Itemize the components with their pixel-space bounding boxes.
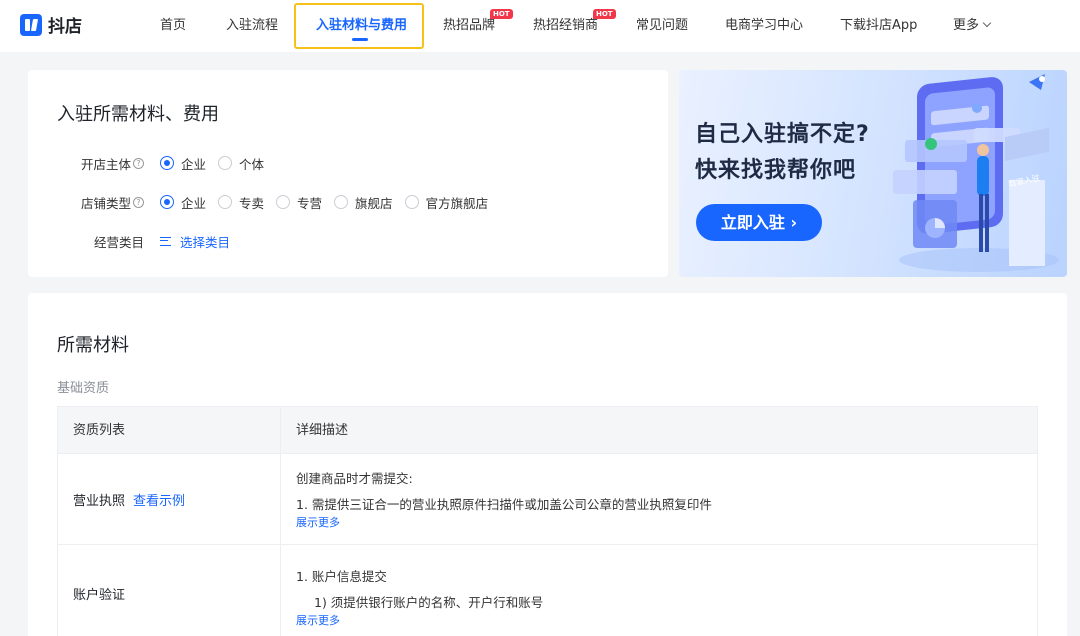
entity-option-individual[interactable]: 个体 bbox=[218, 154, 264, 173]
radio-icon bbox=[218, 195, 233, 209]
nav-item-materials-and-fees[interactable]: 入驻材料与费用 bbox=[316, 0, 407, 52]
category-label: 经营类目 bbox=[28, 232, 148, 251]
nav-item-faq[interactable]: 常见问题 bbox=[636, 0, 688, 52]
table-header: 资质列表 详细描述 bbox=[58, 407, 1037, 454]
description-cell: 创建商品时才需提交: 1. 需提供三证合一的营业执照原件扫描件或加盖公司公章的营… bbox=[281, 454, 1037, 544]
nav-item-more[interactable]: 更多 bbox=[953, 0, 992, 52]
nav-item-hot-distributors[interactable]: 热招经销商 bbox=[533, 0, 598, 52]
store-type-label: 店铺类型 ? bbox=[28, 193, 148, 212]
description-line: 1) 须提供银行账户的名称、开户行和账号 bbox=[314, 595, 544, 610]
qualification-name: 营业执照 bbox=[73, 493, 126, 509]
category-label-text: 经营类目 bbox=[93, 234, 144, 250]
radio-label: 企业 bbox=[181, 156, 207, 172]
description-line: 1. 需提供三证合一的营业执照原件扫描件或加盖公司公章的营业执照复印件 bbox=[296, 497, 712, 512]
radio-label: 专营 bbox=[297, 195, 323, 211]
radio-label: 旗舰店 bbox=[355, 195, 393, 211]
top-nav-bar: 抖店 首页 入驻流程 入驻材料与费用 热招品牌 HOT 热招经销商 HOT 常见… bbox=[0, 0, 1080, 52]
store-type-label-text: 店铺类型 bbox=[80, 195, 131, 211]
nav-item-onboarding-process[interactable]: 入驻流程 bbox=[226, 0, 278, 52]
store-type-row: 店铺类型 ? 企业 专卖 专营 旗舰店 官方旗舰店 bbox=[28, 192, 668, 212]
store-type-option-official-flagship[interactable]: 官方旗舰店 bbox=[404, 193, 489, 212]
entity-label: 开店主体 ? bbox=[28, 154, 148, 173]
nav-more-label: 更多 bbox=[953, 18, 980, 33]
register-now-button[interactable]: 立即入驻 › bbox=[696, 204, 822, 241]
hot-badge: HOT bbox=[593, 9, 616, 19]
requirements-title: 入驻所需材料、费用 bbox=[57, 104, 219, 125]
column-header-description: 详细描述 bbox=[296, 423, 349, 438]
entity-row: 开店主体 ? 企业 个体 bbox=[28, 153, 668, 173]
entity-option-enterprise[interactable]: 企业 bbox=[160, 154, 206, 173]
entity-label-text: 开店主体 bbox=[80, 156, 131, 172]
requirements-card: 入驻所需材料、费用 开店主体 ? 企业 个体 店铺类型 ? 企业 专卖 专营 旗… bbox=[28, 70, 668, 277]
show-more-link[interactable]: 展示更多 bbox=[296, 612, 340, 628]
radio-icon bbox=[218, 156, 233, 170]
store-type-option-exclusive[interactable]: 专卖 bbox=[218, 193, 264, 212]
nav-item-hot-brands[interactable]: 热招品牌 bbox=[443, 0, 495, 52]
view-example-link[interactable]: 查看示例 bbox=[133, 490, 185, 509]
show-more-link[interactable]: 展示更多 bbox=[296, 514, 340, 530]
nav-item-download-app[interactable]: 下载抖店App bbox=[840, 0, 917, 52]
help-icon[interactable]: ? bbox=[133, 157, 144, 169]
select-category-label: 选择类目 bbox=[180, 234, 231, 250]
banner-illustration: 商家入驻 bbox=[893, 74, 1059, 272]
category-row: 经营类目 选择类目 bbox=[28, 231, 668, 251]
radio-icon bbox=[276, 195, 291, 209]
list-icon bbox=[160, 236, 171, 246]
radio-icon bbox=[334, 195, 349, 209]
store-type-option-flagship[interactable]: 旗舰店 bbox=[334, 193, 393, 212]
materials-table: 资质列表 详细描述 营业执照 查看示例 创建商品时才需提交: 1. 需提供三证合… bbox=[57, 406, 1038, 636]
radio-selected-icon bbox=[160, 156, 174, 170]
onboarding-promo-banner[interactable]: 自己入驻搞不定? 快来找我帮你吧 立即入驻 › 商家入驻 bbox=[679, 70, 1067, 277]
store-type-option-specialty[interactable]: 专营 bbox=[276, 193, 322, 212]
douyin-shop-logo-icon bbox=[20, 13, 42, 36]
active-tab-indicator bbox=[352, 38, 368, 41]
chevron-down-icon bbox=[982, 18, 992, 28]
nav-item-home[interactable]: 首页 bbox=[160, 0, 186, 52]
store-type-option-enterprise[interactable]: 企业 bbox=[160, 193, 206, 212]
radio-label: 企业 bbox=[181, 195, 207, 211]
qualification-cell: 营业执照 查看示例 bbox=[58, 454, 281, 544]
radio-label: 官方旗舰店 bbox=[425, 195, 489, 211]
materials-title: 所需材料 bbox=[57, 335, 129, 356]
nav-item-learning-center[interactable]: 电商学习中心 bbox=[725, 0, 803, 52]
logo-text: 抖店 bbox=[48, 17, 82, 37]
table-row: 营业执照 查看示例 创建商品时才需提交: 1. 需提供三证合一的营业执照原件扫描… bbox=[58, 454, 1037, 545]
description-line: 1. 账户信息提交 bbox=[296, 569, 387, 584]
description-line: 创建商品时才需提交: bbox=[296, 471, 413, 486]
table-row: 账户验证 1. 账户信息提交 1) 须提供银行账户的名称、开户行和账号 展示更多 bbox=[58, 545, 1037, 636]
materials-subtitle: 基础资质 bbox=[57, 381, 110, 396]
select-category-link[interactable]: 选择类目 bbox=[160, 232, 230, 251]
banner-headline: 自己入驻搞不定? bbox=[695, 122, 870, 147]
qualification-cell: 账户验证 bbox=[58, 545, 281, 636]
hot-badge: HOT bbox=[490, 9, 513, 19]
radio-selected-icon bbox=[160, 195, 174, 209]
logo[interactable]: 抖店 bbox=[20, 12, 82, 37]
materials-card: 所需材料 基础资质 资质列表 详细描述 营业执照 查看示例 创建商品时才需提交:… bbox=[28, 293, 1067, 636]
column-header-qualification: 资质列表 bbox=[58, 407, 281, 453]
description-cell: 1. 账户信息提交 1) 须提供银行账户的名称、开户行和账号 展示更多 bbox=[281, 545, 1037, 636]
radio-icon bbox=[404, 195, 419, 209]
radio-label: 专卖 bbox=[239, 195, 265, 211]
radio-label: 个体 bbox=[239, 156, 265, 172]
help-icon[interactable]: ? bbox=[133, 196, 144, 208]
banner-subheadline: 快来找我帮你吧 bbox=[695, 158, 857, 183]
qualification-name: 账户验证 bbox=[73, 588, 126, 603]
